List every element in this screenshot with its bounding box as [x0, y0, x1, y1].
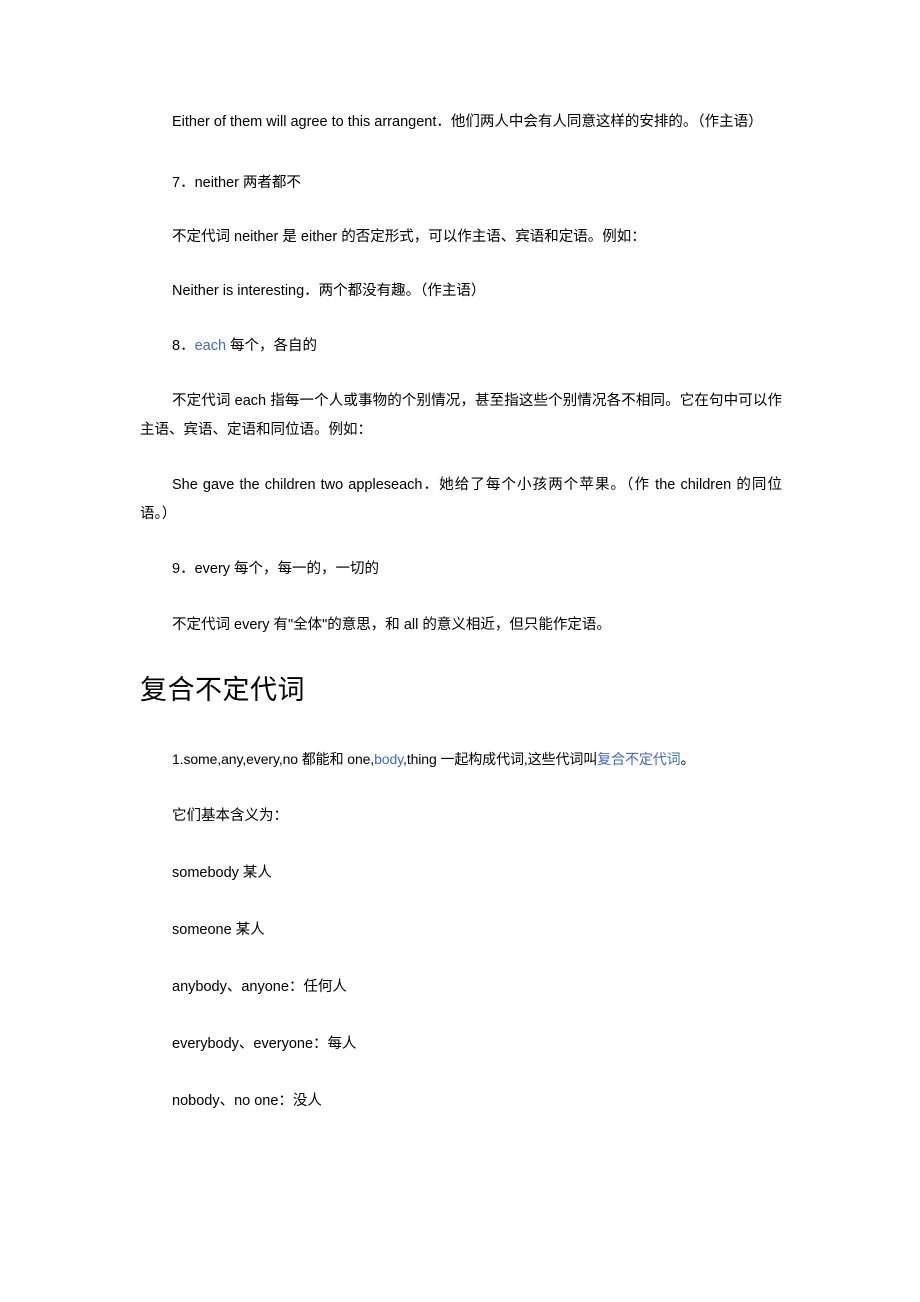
item-8-heading-rest: 每个，各自的 — [226, 338, 318, 354]
list-item: everybody、everyone：每人 — [172, 1036, 357, 1052]
document-content: Either of them will agree to this arrang… — [140, 0, 782, 1116]
compound-intro-text-2: ,thing 一起构成代词,这些代词叫 — [403, 751, 598, 767]
heading-item-7-neither: 7．neither 两者都不 — [172, 175, 301, 191]
list-item: nobody、no one：没人 — [172, 1093, 322, 1109]
spacer-before-title — [140, 640, 782, 673]
spacer-after-title — [140, 707, 782, 745]
paragraph-neither-example: Neither is interesting．两个都没有趣。（作主语） — [172, 283, 486, 299]
list-item: someone 某人 — [172, 922, 265, 938]
page-title: 复合不定代词 — [140, 675, 305, 705]
meanings-list: somebody 某人 someone 某人 anybody、anyone：任何… — [140, 859, 782, 1116]
paragraph-item-7-body: 不定代词 neither 是 either 的否定形式，可以作主语、宾语和定语。… — [172, 229, 646, 245]
heading-item-8-each: 8．each 每个，各自的 — [140, 332, 782, 361]
paragraph-compound-intro: 1.some,any,every,no 都能和 one,body,thing 一… — [140, 745, 782, 774]
paragraph-either-example: Either of them will agree to this arrang… — [172, 114, 763, 130]
compound-intro-text-3: 。 — [680, 751, 695, 767]
compound-intro-text-1: 1.some,any,every,no 都能和 one, — [172, 751, 375, 767]
heading-item-9-every: 9．every 每个，每一的，一切的 — [172, 561, 380, 577]
body-link[interactable]: body — [374, 751, 403, 767]
list-item: anybody、anyone：任何人 — [172, 979, 347, 995]
paragraph-item-8-body: 不定代词 each 指每一个人或事物的个别情况，甚至指这些个别情况各不相同。它在… — [140, 393, 782, 438]
compound-indefinite-pronoun-link[interactable]: 复合不定代词 — [597, 751, 681, 767]
item-8-number: 8． — [172, 338, 195, 354]
top-spacer — [140, 0, 782, 108]
paragraph-each-example: She gave the children two appleseach．她给了… — [140, 477, 782, 522]
document-page: Either of them will agree to this arrang… — [0, 0, 920, 1302]
paragraph-meanings-lead: 它们基本含义为： — [172, 808, 288, 824]
list-item: somebody 某人 — [172, 865, 272, 881]
each-link[interactable]: each — [195, 338, 226, 354]
paragraph-item-9-body: 不定代词 every 有"全体"的意思，和 all 的意义相近，但只能作定语。 — [172, 617, 611, 633]
